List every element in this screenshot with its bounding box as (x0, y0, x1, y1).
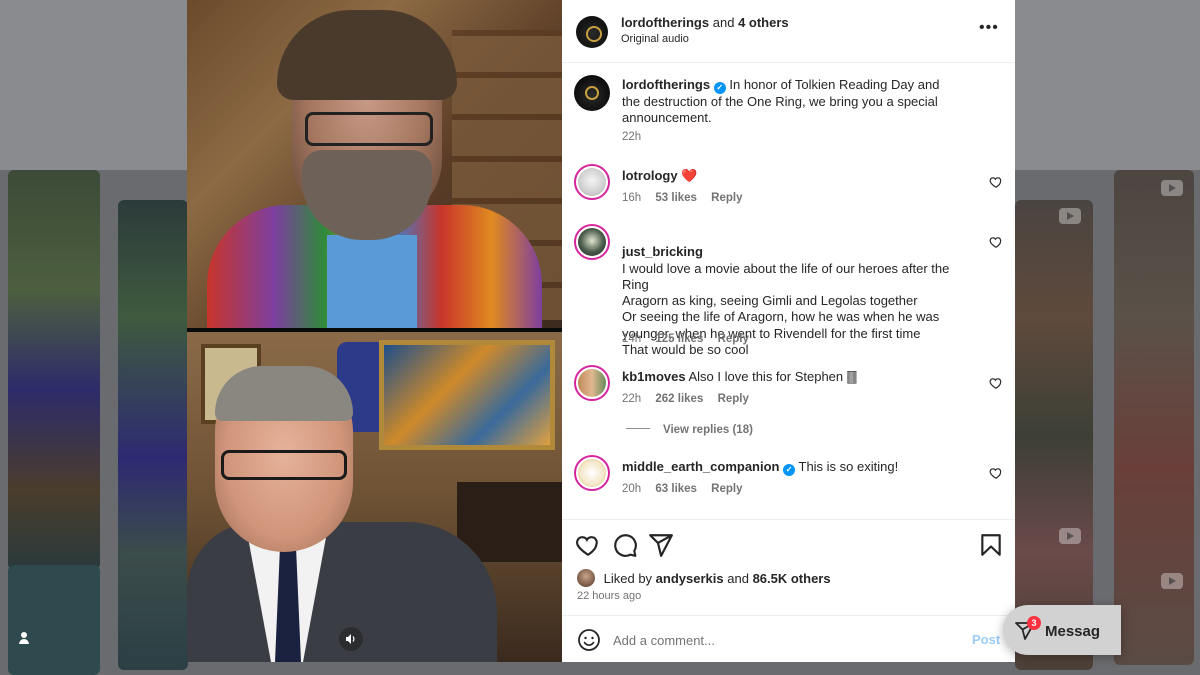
background-post-tile[interactable] (1114, 170, 1194, 665)
author-line: lordoftherings and 4 others (621, 15, 789, 30)
verified-badge-icon: ✓ (713, 82, 726, 94)
comment-avatar[interactable] (574, 164, 610, 200)
comment-text: Also I love this for Stephen 🀫 (688, 369, 858, 384)
comment-time: 20h (622, 483, 642, 495)
comment-username[interactable]: just_bricking (622, 244, 703, 259)
liked-joiner: and (727, 571, 749, 586)
reel-icon (1059, 528, 1081, 544)
action-bar: Liked by andyserkis and 86.5K others 22 … (562, 519, 1015, 615)
author-username[interactable]: lordoftherings (621, 15, 709, 30)
liker-username[interactable]: andyserkis (656, 571, 724, 586)
reel-icon (1161, 573, 1183, 589)
collab-others[interactable]: 4 others (738, 15, 789, 30)
heart-icon[interactable] (989, 235, 1003, 249)
liker-avatar[interactable] (577, 569, 595, 587)
messages-label: Messag (1045, 623, 1101, 640)
reply-button[interactable]: Reply (711, 483, 742, 495)
background-post-tile[interactable] (8, 170, 100, 570)
messages-button[interactable]: 3 Messag (1003, 605, 1121, 655)
comment-input[interactable] (613, 629, 953, 651)
heart-icon[interactable] (989, 466, 1003, 480)
unread-badge: 3 (1027, 616, 1041, 630)
emoji-icon[interactable] (577, 628, 601, 652)
comment-text: ❤️ (681, 168, 698, 183)
comment-avatar[interactable] (574, 224, 610, 260)
bookmark-icon[interactable] (978, 532, 1004, 558)
background-post-tile[interactable] (118, 200, 188, 670)
comment-likes[interactable]: 63 likes (655, 483, 697, 495)
audio-label[interactable]: Original audio (621, 33, 689, 45)
comment-icon[interactable] (612, 532, 638, 558)
comment-avatar[interactable] (574, 365, 610, 401)
liked-prefix: Liked by (603, 571, 653, 586)
video-top-half (187, 0, 562, 335)
blue-tshirt (327, 235, 417, 330)
heart-icon[interactable] (989, 376, 1003, 390)
man-hair (277, 10, 457, 100)
comment-likes[interactable]: 53 likes (655, 192, 697, 204)
comment-meta: 20h 63 likes Reply (622, 483, 754, 495)
comment-username[interactable]: middle_earth_companion (622, 459, 779, 474)
post-details-panel: lordoftherings and 4 others Original aud… (562, 0, 1015, 662)
reply-button[interactable]: Reply (711, 192, 742, 204)
post-timestamp: 22 hours ago (577, 590, 642, 602)
reply-button[interactable]: Reply (718, 333, 749, 345)
share-icon[interactable] (648, 532, 674, 558)
comment-time: 22h (622, 393, 642, 405)
comment-likes[interactable]: 125 likes (655, 333, 703, 345)
comment-avatar[interactable] (574, 455, 610, 491)
comment-username[interactable]: lotrology (622, 168, 678, 183)
post-button[interactable]: Post (972, 632, 1000, 647)
comment-likes[interactable]: 262 likes (655, 393, 703, 405)
liked-by: Liked by andyserkis and 86.5K others (577, 569, 831, 587)
host-hair (215, 366, 353, 421)
comment-time: 14h (622, 333, 642, 345)
comment-username[interactable]: kb1moves (622, 369, 686, 384)
caption-username[interactable]: lordoftherings (622, 77, 710, 92)
man-glasses (305, 112, 433, 146)
more-options-icon[interactable]: ••• (979, 20, 999, 38)
likes-count[interactable]: 86.5K others (753, 571, 831, 586)
reel-video[interactable] (187, 0, 562, 662)
add-comment-bar: Post (562, 615, 1015, 662)
collab-joiner: and (712, 15, 735, 30)
comment-meta: 14h 125 likes Reply (622, 333, 760, 345)
caption-text-block: lordoftherings ✓ In honor of Tolkien Rea… (622, 77, 957, 127)
reel-icon (1161, 180, 1183, 196)
comment-text-block: kb1moves Also I love this for Stephen 🀫 (622, 369, 957, 385)
post-header: lordoftherings and 4 others Original aud… (562, 0, 1015, 63)
background-post-tile[interactable] (1015, 200, 1093, 670)
comment-text-block: middle_earth_companion ✓ This is so exit… (622, 459, 957, 476)
host-glasses (221, 450, 347, 480)
reel-icon (1059, 208, 1081, 224)
background-post-tile[interactable] (8, 565, 100, 675)
caption-avatar[interactable] (574, 75, 610, 111)
heart-icon[interactable] (989, 175, 1003, 189)
caption-meta: 22h (622, 131, 652, 143)
view-replies-button[interactable]: View replies (18) (626, 424, 753, 436)
person-tag-icon[interactable] (12, 626, 36, 650)
comment-time: 16h (622, 192, 642, 204)
reply-button[interactable]: Reply (718, 393, 749, 405)
video-bottom-half (187, 332, 562, 662)
heart-icon[interactable] (575, 532, 601, 558)
comment-meta: 16h 53 likes Reply (622, 192, 754, 204)
author-avatar[interactable] (576, 16, 608, 48)
framed-painting (379, 340, 555, 450)
comments-list[interactable]: lordoftherings ✓ In honor of Tolkien Rea… (562, 63, 1015, 519)
caption-time: 22h (622, 131, 642, 143)
comment-text-block: lotrology ❤️ (622, 168, 957, 184)
comment-text: This is so exiting! (798, 459, 899, 474)
verified-badge-icon: ✓ (783, 464, 796, 476)
comment-meta: 22h 262 likes Reply (622, 393, 760, 405)
speaker-icon[interactable] (339, 627, 363, 651)
